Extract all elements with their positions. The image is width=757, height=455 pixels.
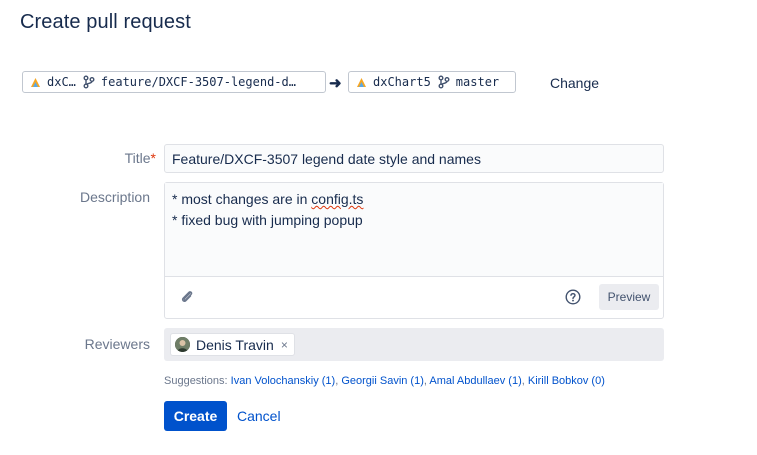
title-input[interactable]: Feature/DXCF-3507 legend date style and … [164, 144, 664, 173]
spellcheck-word: config.ts [311, 191, 364, 207]
suggestion-link[interactable]: Kirill Bobkov (0) [528, 375, 605, 387]
suggestion-link[interactable]: Ivan Volochanskiy (1) [231, 375, 336, 387]
create-button[interactable]: Create [164, 401, 227, 431]
reviewer-suggestions: Suggestions: Ivan Volochanskiy (1), Geor… [164, 375, 605, 387]
reviewers-field[interactable]: Denis Travin × [164, 328, 664, 361]
title-label: Title* [124, 150, 156, 166]
description-textarea[interactable]: * most changes are in config.ts * fixed … [165, 183, 663, 277]
preview-button[interactable]: Preview [599, 284, 659, 310]
remove-reviewer-button[interactable]: × [281, 338, 288, 352]
description-editor: * most changes are in config.ts * fixed … [164, 182, 664, 319]
reviewer-chip: Denis Travin × [170, 333, 295, 356]
source-branch-name: feature/DXCF-3507-legend-d… [100, 75, 296, 89]
help-icon[interactable] [565, 289, 581, 305]
reviewer-name: Denis Travin [196, 336, 274, 353]
attachment-icon[interactable] [179, 289, 195, 305]
arrow-right-icon: ➜ [329, 75, 342, 92]
suggestion-link[interactable]: Amal Abdullaev (1) [429, 375, 521, 387]
destination-branch-selector[interactable]: dxChart5 master [348, 71, 516, 93]
repo-avatar-icon [29, 75, 42, 89]
branch-icon [438, 75, 450, 89]
editor-toolbar: Preview [165, 277, 663, 318]
description-line: * most changes are in config.ts [172, 191, 364, 207]
source-repo-name: dxC… [47, 75, 76, 89]
change-link[interactable]: Change [550, 75, 599, 91]
branch-icon [83, 75, 95, 89]
page-title: Create pull request [20, 11, 191, 33]
repo-avatar-icon [355, 75, 368, 89]
required-mark: * [150, 150, 156, 166]
avatar [175, 337, 190, 352]
description-line: * fixed bug with jumping popup [172, 212, 363, 228]
suggestion-link[interactable]: Georgii Savin (1) [341, 375, 424, 387]
source-branch-selector[interactable]: dxC… feature/DXCF-3507-legend-d… [22, 71, 326, 93]
cancel-link[interactable]: Cancel [237, 408, 281, 424]
destination-branch-name: master [455, 75, 500, 89]
description-label: Description [79, 189, 150, 205]
destination-repo-name: dxChart5 [373, 75, 431, 89]
reviewers-label: Reviewers [84, 336, 150, 352]
